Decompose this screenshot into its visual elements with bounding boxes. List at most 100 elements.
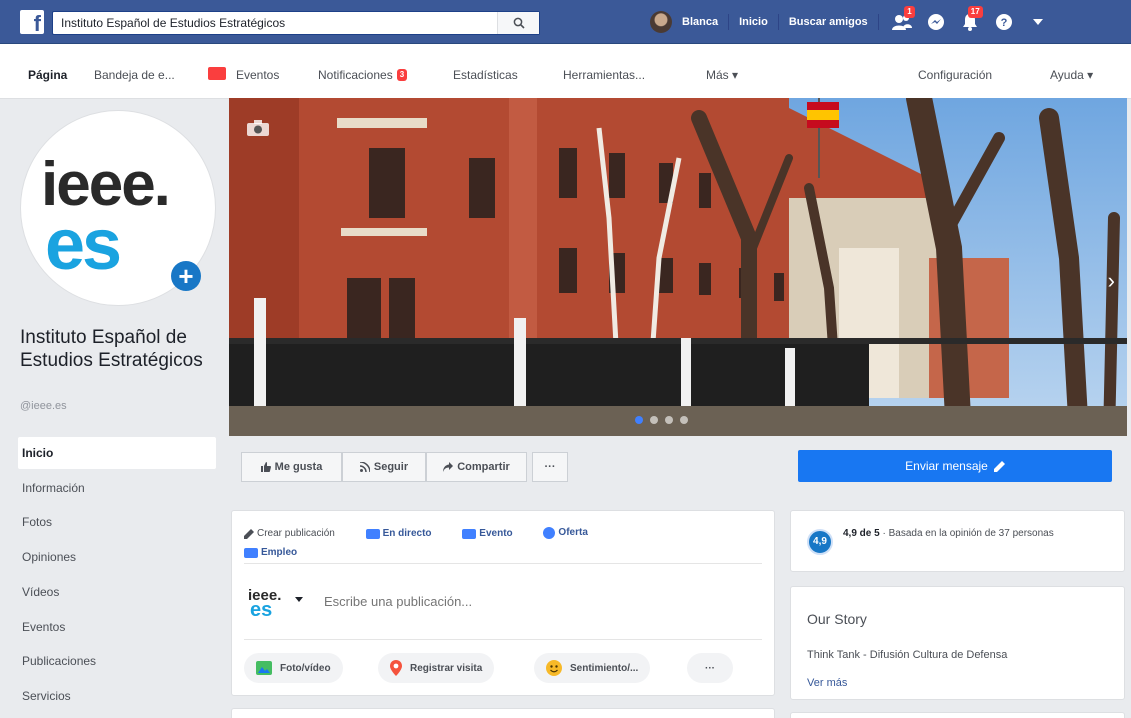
sidebar-item-servicios[interactable]: Servicios: [18, 680, 216, 712]
friends-badge: 1: [904, 6, 915, 18]
location-pin-icon: [390, 660, 402, 676]
feeling-button[interactable]: Sentimiento/...: [534, 653, 651, 683]
carousel-dots: [635, 416, 688, 424]
pencil-icon: [244, 529, 254, 539]
more-actions-button[interactable]: ···: [532, 452, 568, 482]
feeling-label: Sentimiento/...: [570, 662, 639, 674]
rating-card[interactable]: 4,9 4,9 de 5 · Basada en la opinión de 3…: [790, 510, 1125, 572]
sidebar-item-opiniones[interactable]: Opiniones: [18, 541, 216, 573]
tab-pagina[interactable]: Página: [28, 44, 67, 99]
post-input[interactable]: [324, 589, 744, 613]
home-link[interactable]: Inicio: [729, 16, 778, 28]
tab-notificaciones-label: Notificaciones: [318, 68, 393, 82]
offer-button[interactable]: Oferta: [543, 525, 601, 541]
tab-ayuda[interactable]: Ayuda ▾: [1050, 44, 1093, 99]
avatar[interactable]: [650, 11, 672, 33]
camera-icon[interactable]: [247, 120, 269, 136]
page-title[interactable]: Instituto Español de Estudios Estratégic…: [20, 326, 220, 372]
notifications-button[interactable]: 17: [953, 0, 987, 44]
account-menu-button[interactable]: [1021, 0, 1055, 44]
tab-bandeja[interactable]: Bandeja de e...: [94, 44, 175, 99]
sidebar-item-eventos[interactable]: Eventos: [18, 611, 216, 643]
our-story-card: Our Story Think Tank - Difusión Cultura …: [790, 586, 1125, 700]
messenger-icon: [927, 14, 944, 30]
composer-tools: Crear publicación En directo Evento Ofer…: [244, 525, 664, 564]
send-message-label: Enviar mensaje: [905, 459, 988, 473]
like-button[interactable]: Me gusta: [241, 452, 342, 482]
video-camera-icon: [365, 529, 380, 539]
search-box: [52, 11, 540, 35]
page-nav: Página Bandeja de e... Eventos Notificac…: [0, 44, 1131, 99]
tab-notificaciones[interactable]: Notificaciones 3: [318, 44, 408, 99]
sidebar-item-publicaciones[interactable]: Publicaciones: [18, 645, 216, 677]
create-post-button[interactable]: Crear publicación: [244, 526, 349, 542]
svg-text:?: ?: [1000, 17, 1007, 29]
chevron-right-icon[interactable]: ›: [1108, 268, 1115, 294]
event-button[interactable]: Evento: [462, 526, 526, 542]
story-text: Think Tank - Difusión Cultura de Defensa: [807, 649, 1008, 661]
photo-video-button[interactable]: Foto/vídeo: [244, 653, 343, 683]
checkin-button[interactable]: Registrar visita: [378, 653, 495, 683]
sidebar-item-videos[interactable]: Vídeos: [18, 576, 216, 608]
page-handle[interactable]: @ieee.es: [20, 400, 67, 412]
find-friends-link[interactable]: Buscar amigos: [779, 16, 878, 28]
sidebar-item-informacion[interactable]: Información: [18, 472, 216, 504]
checkin-label: Registrar visita: [410, 662, 483, 674]
cover-image: [229, 98, 1127, 436]
rating-summary: 4,9 de 5 · Basada en la opinión de 37 pe…: [843, 527, 1113, 541]
calendar-icon: [462, 529, 477, 539]
cover-photo[interactable]: ›: [229, 98, 1127, 436]
help-icon: ?: [995, 14, 1012, 30]
offer-label: Oferta: [558, 527, 588, 538]
search-input[interactable]: [53, 12, 493, 34]
tab-configuracion[interactable]: Configuración: [918, 44, 992, 99]
composer-more-button[interactable]: ···: [687, 653, 733, 683]
job-button[interactable]: Empleo: [244, 545, 311, 561]
tab-eventos[interactable]: Eventos: [236, 44, 279, 99]
search-icon: [513, 17, 525, 29]
sidebar-item-inicio[interactable]: Inicio: [18, 437, 216, 469]
carousel-dot[interactable]: [665, 416, 673, 424]
tab-mas[interactable]: Más ▾: [706, 44, 738, 99]
carousel-dot[interactable]: [680, 416, 688, 424]
top-nav: Blanca Inicio Buscar amigos 1 17 ?: [650, 0, 1055, 44]
inbox-badge-icon: [208, 67, 226, 80]
facebook-logo-icon[interactable]: f: [20, 10, 44, 34]
rating-basis: · Basada en la opinión de 37 personas: [879, 528, 1054, 539]
logo-plus-icon: +: [171, 261, 201, 291]
carousel-dot[interactable]: [650, 416, 658, 424]
see-more-link[interactable]: Ver más: [807, 677, 847, 689]
rss-icon: [359, 462, 370, 472]
share-button[interactable]: Compartir: [426, 452, 527, 482]
top-bar: f Blanca Inicio Buscar amigos 1 17 ?: [0, 0, 1131, 44]
share-label: Compartir: [457, 461, 510, 473]
live-button[interactable]: En directo: [365, 526, 446, 542]
divider: [244, 639, 762, 640]
briefcase-icon: [244, 548, 258, 558]
friend-requests-button[interactable]: 1: [885, 0, 919, 44]
page-actions: Me gusta Seguir Compartir ··· Enviar men…: [229, 437, 1127, 497]
help-button[interactable]: ?: [987, 0, 1021, 44]
follow-button[interactable]: Seguir: [342, 452, 426, 482]
page-avatar[interactable]: ieee. es: [248, 587, 286, 627]
caret-down-icon[interactable]: [295, 597, 303, 602]
tab-herramientas[interactable]: Herramientas...: [563, 44, 645, 99]
story-title: Our Story: [807, 611, 867, 627]
send-message-button[interactable]: Enviar mensaje: [798, 450, 1112, 482]
like-label: Me gusta: [274, 461, 323, 473]
carousel-dot[interactable]: [635, 416, 643, 424]
messenger-button[interactable]: [919, 0, 953, 44]
tab-estadisticas[interactable]: Estadísticas: [453, 44, 518, 99]
profile-picture[interactable]: ieee. es +: [20, 110, 216, 306]
composer: Crear publicación En directo Evento Ofer…: [231, 510, 775, 696]
rating-score-badge: 4,9: [807, 529, 833, 555]
job-label: Empleo: [261, 547, 298, 558]
profile-link[interactable]: Blanca: [672, 16, 728, 28]
search-button[interactable]: [497, 12, 539, 34]
mini-logo-es: es: [250, 599, 273, 621]
sidebar-item-fotos[interactable]: Fotos: [18, 506, 216, 538]
pencil-icon: [993, 460, 1005, 472]
create-post-label: Crear publicación: [257, 528, 335, 539]
caret-down-icon: [1032, 19, 1043, 25]
next-card: [790, 712, 1125, 718]
